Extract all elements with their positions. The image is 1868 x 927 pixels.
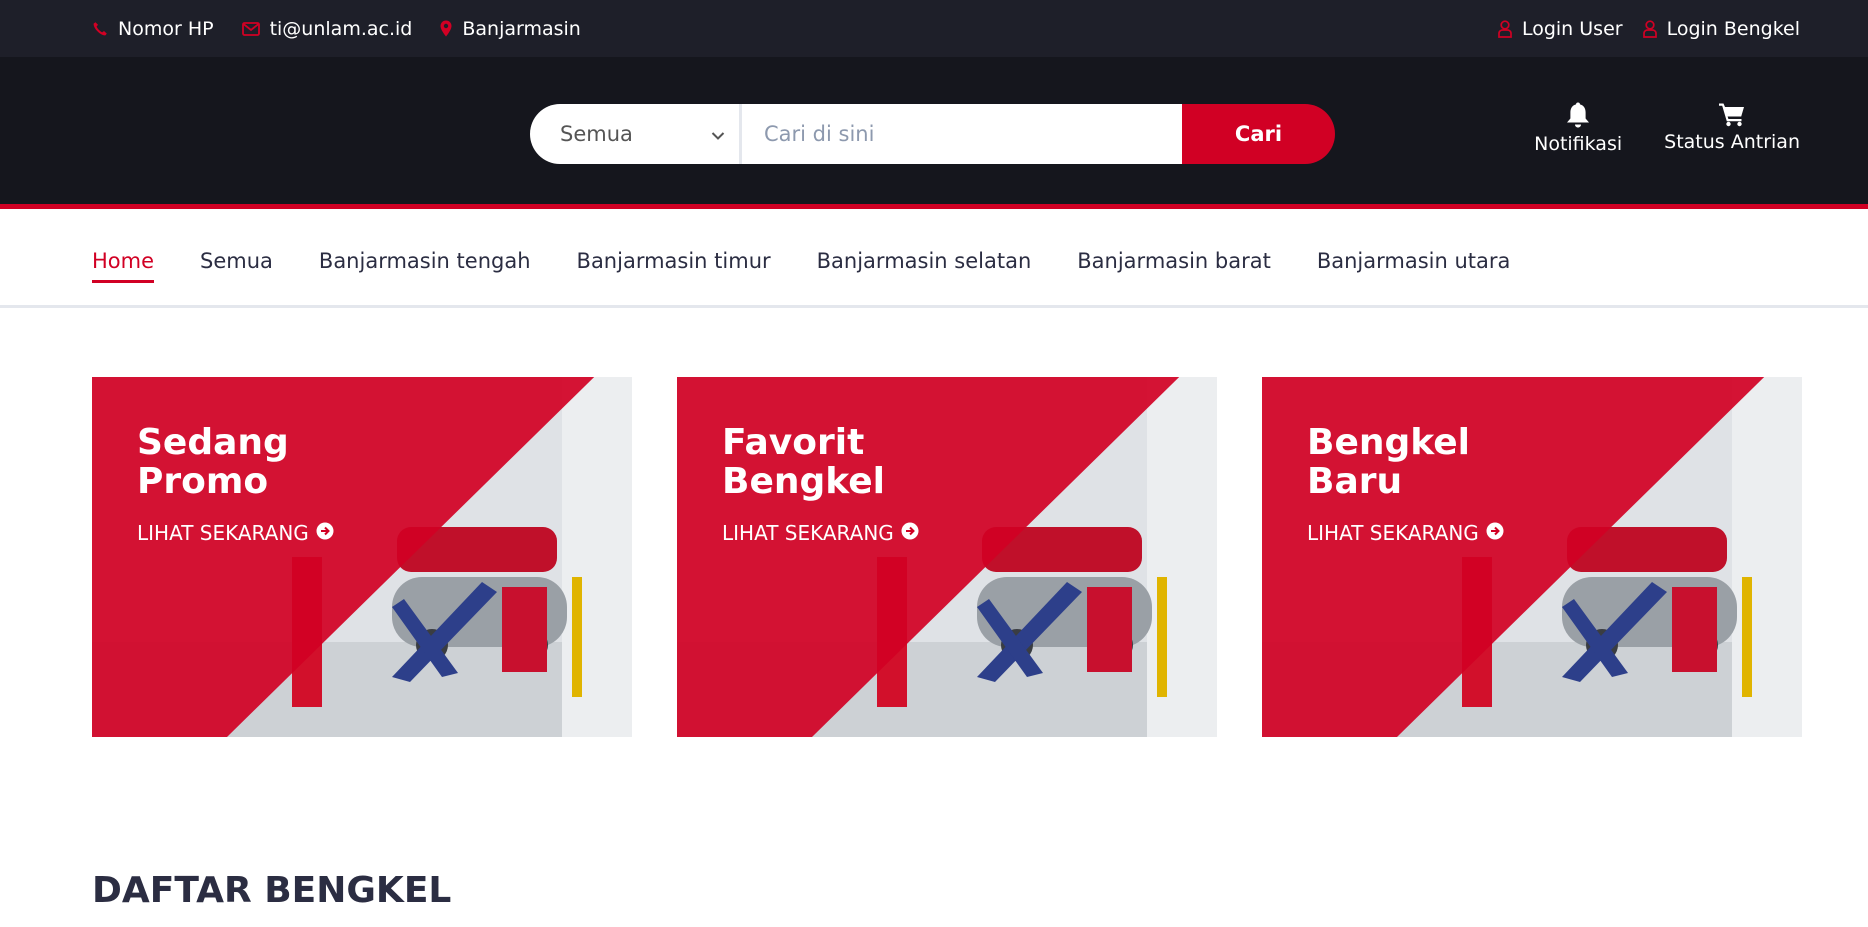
nav-item-banjarmasin-selatan[interactable]: Banjarmasin selatan: [817, 245, 1032, 277]
envelope-icon: [241, 21, 260, 36]
shop-banner-title: Sedang Promo: [137, 422, 289, 502]
shop-banner-title: Favorit Bengkel: [722, 422, 885, 502]
nav-list: Home Semua Banjarmasin tengah Banjarmasi…: [92, 214, 1510, 308]
queue-status-label: Status Antrian: [1664, 131, 1800, 153]
login-bengkel-link[interactable]: Login Bengkel: [1642, 17, 1800, 40]
search-button[interactable]: Cari: [1182, 104, 1335, 164]
search-input[interactable]: Cari di sini: [742, 104, 1182, 164]
shop-banner-baru[interactable]: Bengkel Baru LIHAT SEKARANG: [1262, 377, 1802, 737]
category-select[interactable]: Semua: [530, 104, 742, 164]
nav-item-banjarmasin-timur[interactable]: Banjarmasin timur: [577, 245, 771, 277]
chevron-down-icon: [711, 122, 725, 146]
nav-item-label: Banjarmasin barat: [1077, 249, 1271, 273]
shop-banner-cta[interactable]: LIHAT SEKARANG: [722, 521, 942, 545]
nav-item-label: Banjarmasin utara: [1316, 249, 1511, 273]
shop-banner-cta[interactable]: LIHAT SEKARANG: [1307, 521, 1527, 545]
section-title: DAFTAR BENGKEL: [92, 870, 452, 911]
notifications-button[interactable]: Notifikasi: [1534, 101, 1622, 155]
email-label: ti@unlam.ac.id: [269, 17, 413, 40]
nav-item-banjarmasin-barat[interactable]: Banjarmasin barat: [1077, 245, 1271, 277]
nav-item-banjarmasin-tengah[interactable]: Banjarmasin tengah: [319, 245, 531, 277]
shop-banner-body: Bengkel Baru LIHAT SEKARANG: [1307, 423, 1527, 545]
main-navigation: Home Semua Banjarmasin tengah Banjarmasi…: [0, 214, 1868, 308]
location-label: Banjarmasin: [462, 17, 581, 40]
notifications-label: Notifikasi: [1534, 133, 1623, 155]
main-header: Semua Cari di sini Cari Notifikasi Statu…: [0, 57, 1868, 209]
top-header: Nomor HP ti@unlam.ac.id Banjarmasin Logi…: [0, 0, 1868, 57]
arrow-circle-right-icon: [316, 521, 334, 545]
header-accent-line: [0, 204, 1868, 209]
location-link[interactable]: Banjarmasin: [440, 18, 581, 40]
nav-item-home[interactable]: Home: [92, 245, 155, 283]
login-user-link[interactable]: Login User: [1498, 18, 1623, 40]
map-marker-icon: [440, 20, 452, 37]
user-icon: [1498, 19, 1512, 38]
shop-banner-favorit[interactable]: Favorit Bengkel LIHAT SEKARANG: [677, 377, 1217, 737]
shop-banner-cta[interactable]: LIHAT SEKARANG: [137, 521, 357, 545]
shop-banner-cta-label: LIHAT SEKARANG: [722, 521, 894, 545]
shop-banners: Sedang Promo LIHAT SEKARANG Favorit Beng…: [92, 377, 1802, 737]
login-user-label: Login User: [1521, 17, 1623, 40]
shop-banner-promo[interactable]: Sedang Promo LIHAT SEKARANG: [92, 377, 632, 737]
nav-item-semua[interactable]: Semua: [200, 245, 273, 277]
arrow-circle-right-icon: [901, 521, 919, 545]
user-icon: [1642, 19, 1657, 38]
account-links: Login User Login Bengkel: [1498, 0, 1800, 57]
header-ctas: Notifikasi Status Antrian: [1534, 101, 1800, 155]
login-bengkel-label: Login Bengkel: [1666, 17, 1800, 40]
search-form: Semua Cari di sini Cari: [530, 104, 1335, 164]
shop-banner-cta-label: LIHAT SEKARANG: [1307, 521, 1479, 545]
shop-banner-cta-label: LIHAT SEKARANG: [137, 521, 309, 545]
search-placeholder: Cari di sini: [764, 122, 875, 146]
nav-item-label: Banjarmasin tengah: [318, 249, 531, 273]
nav-item-label: Banjarmasin timur: [576, 249, 771, 273]
cart-icon: [1718, 101, 1746, 127]
phone-link[interactable]: Nomor HP: [92, 18, 214, 40]
bell-icon: [1565, 101, 1591, 129]
shop-banner-body: Sedang Promo LIHAT SEKARANG: [137, 423, 357, 545]
category-select-value: Semua: [560, 122, 633, 146]
queue-status-button[interactable]: Status Antrian: [1664, 101, 1800, 155]
phone-label: Nomor HP: [118, 17, 214, 40]
nav-item-label: Semua: [200, 249, 273, 273]
nav-item-label: Home: [92, 249, 155, 273]
email-link[interactable]: ti@unlam.ac.id: [241, 17, 413, 40]
shop-banner-body: Favorit Bengkel LIHAT SEKARANG: [722, 423, 942, 545]
search-button-label: Cari: [1234, 122, 1283, 146]
phone-icon: [92, 21, 108, 37]
arrow-circle-right-icon: [1486, 521, 1504, 545]
contact-links: Nomor HP ti@unlam.ac.id Banjarmasin: [92, 0, 581, 57]
nav-item-label: Banjarmasin selatan: [816, 249, 1032, 273]
nav-item-banjarmasin-utara[interactable]: Banjarmasin utara: [1317, 245, 1511, 277]
shop-banner-title: Bengkel Baru: [1307, 422, 1470, 502]
